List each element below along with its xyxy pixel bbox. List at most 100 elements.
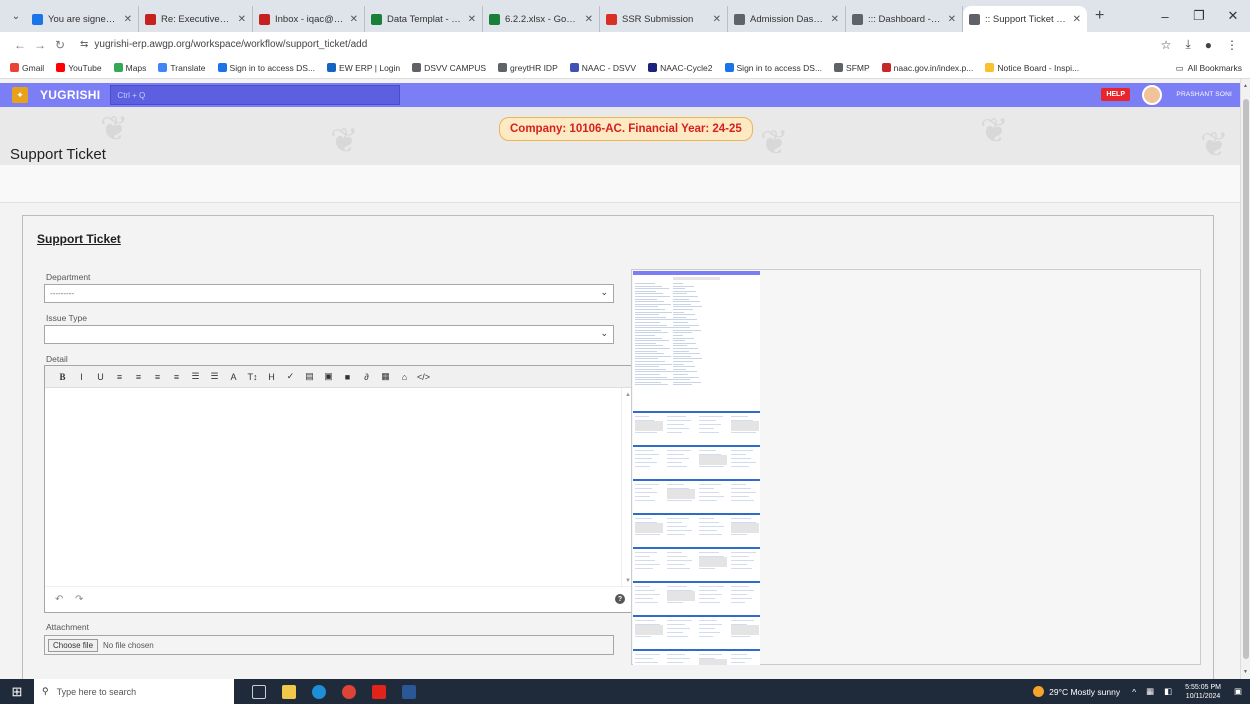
taskbar-search-input[interactable]: ⚲ Type here to search: [34, 679, 234, 704]
bookmark-star-icon[interactable]: ☆: [1161, 38, 1172, 52]
close-tab-icon[interactable]: ✕: [713, 14, 721, 25]
bookmark-item[interactable]: Gmail: [10, 63, 44, 73]
close-tab-icon[interactable]: ✕: [1073, 14, 1081, 25]
scroll-up-icon[interactable]: ▲: [1243, 83, 1248, 89]
page-scrollbar[interactable]: ▲ ▼: [1240, 79, 1250, 679]
browser-tab[interactable]: Inbox - iqac@dsvv.ac ✕: [253, 6, 365, 32]
app-search-input[interactable]: Ctrl + Q: [110, 85, 401, 105]
minimize-icon[interactable]: –: [1148, 9, 1182, 24]
redo-icon[interactable]: ↷: [75, 594, 95, 605]
tab-search-icon[interactable]: ⌄: [6, 6, 26, 26]
undo-icon[interactable]: ↶: [55, 594, 75, 605]
app-logo[interactable]: ✦: [12, 87, 28, 103]
underline-icon[interactable]: U: [91, 372, 110, 382]
grid-icon[interactable]: ▦: [376, 371, 395, 382]
bookmark-item[interactable]: Sign in to access DS...: [724, 63, 822, 73]
detail-textarea[interactable]: [45, 388, 623, 588]
table-icon[interactable]: ▤: [300, 371, 319, 382]
app-name[interactable]: YUGRISHI: [40, 88, 100, 102]
reload-icon[interactable]: ↻: [50, 38, 70, 52]
bookmark-item[interactable]: naac.gov.in/index.p...: [881, 63, 973, 73]
chrome-icon[interactable]: [334, 679, 364, 704]
back-icon[interactable]: ←: [10, 38, 30, 52]
url-field[interactable]: ⇆ yugrishi-erp.awgp.org/workspace/workflo…: [80, 39, 1161, 50]
acrobat-icon[interactable]: [364, 679, 394, 704]
bookmark-item[interactable]: SFMP: [834, 63, 870, 73]
browser-tab[interactable]: SSR Submission ✕: [600, 6, 728, 32]
bookmark-item[interactable]: NAAC-Cycle2: [648, 63, 713, 73]
home-icon[interactable]: ⌂: [395, 372, 414, 382]
browser-tab[interactable]: 6.2.2.xlsx - Google Sh ✕: [483, 6, 600, 32]
forward-icon[interactable]: →: [30, 38, 50, 52]
browser-tab[interactable]: Re: Executive Summ ✕: [139, 6, 253, 32]
bookmark-item[interactable]: greytHR IDP: [498, 63, 558, 73]
notifications-icon[interactable]: ▣: [1234, 686, 1242, 697]
close-window-icon[interactable]: ✕: [1216, 8, 1250, 24]
bookmark-item[interactable]: Maps: [113, 63, 146, 73]
issue-type-select[interactable]: ⌄: [44, 325, 614, 344]
network-icon[interactable]: ▦: [1146, 686, 1154, 697]
site-info-icon[interactable]: ⇆: [80, 39, 88, 50]
attachment-file-input[interactable]: Choose file No file chosen: [44, 635, 614, 655]
brush-icon[interactable]: ✓: [281, 371, 300, 382]
tray-chevron-icon[interactable]: ^: [1132, 687, 1136, 697]
font-color-icon[interactable]: A: [224, 372, 243, 382]
weather-text[interactable]: 29°C Mostly sunny: [1049, 687, 1120, 697]
help-button[interactable]: HELP: [1101, 88, 1130, 101]
close-tab-icon[interactable]: ✕: [948, 14, 956, 25]
bookmark-item[interactable]: DSVV CAMPUS: [412, 63, 486, 73]
video-icon[interactable]: ■: [338, 372, 357, 382]
bold-icon[interactable]: B: [53, 372, 72, 382]
image-icon[interactable]: ▣: [319, 371, 338, 382]
bookmark-item[interactable]: EW ERP | Login: [327, 63, 400, 73]
bookmark-item[interactable]: Sign in to access DS...: [217, 63, 315, 73]
download-icon[interactable]: ⤓: [1185, 37, 1190, 52]
code-view-icon[interactable]: </>: [414, 372, 433, 382]
align-left-icon[interactable]: ≡: [110, 372, 129, 382]
ordered-list-icon[interactable]: ☰: [186, 371, 205, 382]
help-icon[interactable]: ?: [615, 594, 625, 604]
browser-menu-icon[interactable]: ⋮: [1226, 38, 1238, 52]
volume-icon[interactable]: ◧: [1164, 686, 1172, 697]
link-icon[interactable]: ∂: [357, 372, 376, 382]
edge-icon[interactable]: [304, 679, 334, 704]
username[interactable]: PRASHANT SONI: [1176, 91, 1232, 98]
bookmark-item[interactable]: Translate: [158, 63, 206, 73]
browser-tab[interactable]: Admission Dashboar ✕: [728, 6, 846, 32]
profile-icon[interactable]: ●: [1205, 38, 1212, 52]
bookmark-item[interactable]: Notice Board - Inspi...: [985, 63, 1079, 73]
browser-tab[interactable]: You are signed in as ✕: [26, 6, 139, 32]
justify-icon[interactable]: ≡: [167, 372, 186, 382]
close-tab-icon[interactable]: ✕: [831, 14, 839, 25]
maximize-icon[interactable]: ❐: [1182, 8, 1216, 24]
browser-tab[interactable]: :: Support Ticket - Y ✕: [963, 6, 1087, 32]
browser-tab[interactable]: ::: Dashboard - Shri ✕: [846, 6, 963, 32]
scroll-down-icon[interactable]: ▼: [1243, 669, 1248, 675]
align-center-icon[interactable]: ≡: [129, 372, 148, 382]
bookmark-item[interactable]: YouTube: [56, 63, 102, 73]
heading-icon[interactable]: H: [262, 372, 281, 382]
windows-start-icon[interactable]: ⊞: [0, 679, 34, 704]
choose-file-button[interactable]: Choose file: [48, 638, 99, 652]
italic-icon[interactable]: I: [72, 372, 91, 382]
department-select[interactable]: --------- ⌄: [44, 284, 614, 303]
close-tab-icon[interactable]: ✕: [350, 14, 358, 25]
close-tab-icon[interactable]: ✕: [238, 14, 246, 25]
file-explorer-icon[interactable]: [274, 679, 304, 704]
screenshot-thumbnail[interactable]: [633, 271, 760, 665]
close-tab-icon[interactable]: ✕: [468, 14, 476, 25]
avatar[interactable]: [1142, 85, 1162, 105]
task-view-icon[interactable]: [244, 679, 274, 704]
align-right-icon[interactable]: ≡: [148, 372, 167, 382]
new-tab-button[interactable]: +: [1095, 7, 1104, 25]
word-icon[interactable]: [394, 679, 424, 704]
close-tab-icon[interactable]: ✕: [124, 14, 132, 25]
font-size-icon[interactable]: T↕: [243, 372, 262, 382]
bullet-list-icon[interactable]: ☰: [205, 371, 224, 382]
clock[interactable]: 5:55:05 PM 10/11/2024: [1185, 683, 1221, 701]
scrollbar-thumb[interactable]: [1243, 99, 1249, 659]
bookmark-item[interactable]: NAAC - DSVV: [569, 63, 636, 73]
close-tab-icon[interactable]: ✕: [585, 14, 593, 25]
all-bookmarks[interactable]: ▭ All Bookmarks: [1176, 57, 1242, 79]
browser-tab[interactable]: Data Templat - Goo ✕: [365, 6, 483, 32]
